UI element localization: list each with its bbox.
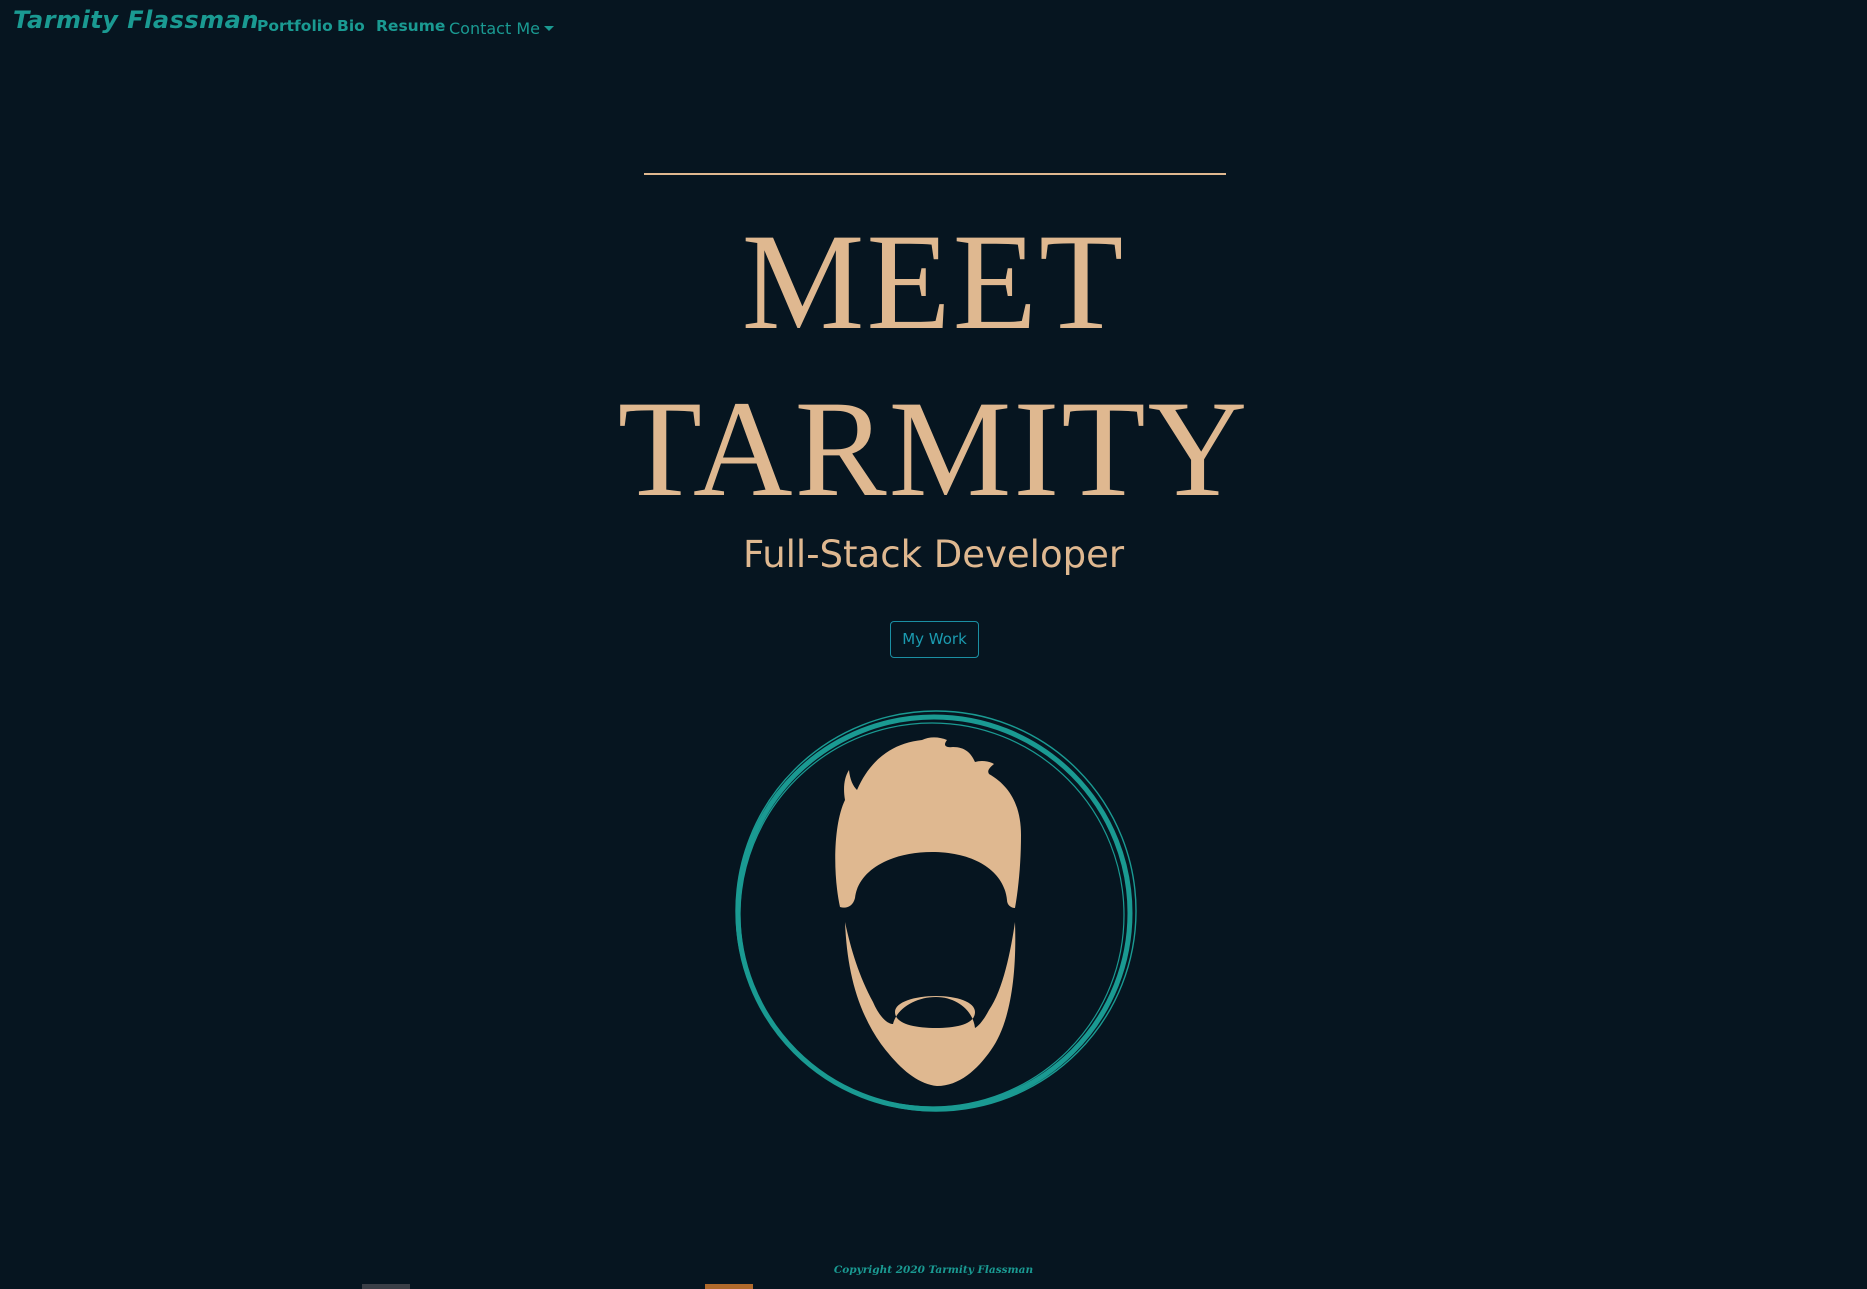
hero-title-line-2: TARMITY	[617, 372, 1250, 525]
bottom-edge-marker-dark	[362, 1284, 410, 1289]
nav-link-resume[interactable]: Resume	[376, 17, 445, 35]
hero-title-line-1: MEET	[741, 205, 1126, 358]
nav-dropdown-contact[interactable]: Contact Me	[449, 19, 554, 38]
nav-link-portfolio[interactable]: Portfolio	[257, 17, 333, 35]
hero-divider	[644, 173, 1226, 175]
avatar	[731, 710, 1137, 1116]
my-work-button[interactable]: My Work	[890, 621, 979, 658]
bottom-edge-marker-orange	[705, 1284, 753, 1289]
hero-subtitle: Full-Stack Developer	[742, 533, 1125, 576]
top-navbar: Tarmity Flassman Portfolio Bio Resume Co…	[0, 0, 1867, 56]
footer-copyright: Copyright 2020 Tarmity Flassman	[833, 1264, 1034, 1276]
nav-dropdown-contact-label: Contact Me	[449, 19, 540, 38]
nav-link-bio[interactable]: Bio	[337, 17, 365, 35]
bearded-man-avatar-icon	[735, 710, 1137, 1112]
brand-logo[interactable]: Tarmity Flassman	[13, 6, 259, 34]
chevron-down-icon	[543, 26, 554, 31]
